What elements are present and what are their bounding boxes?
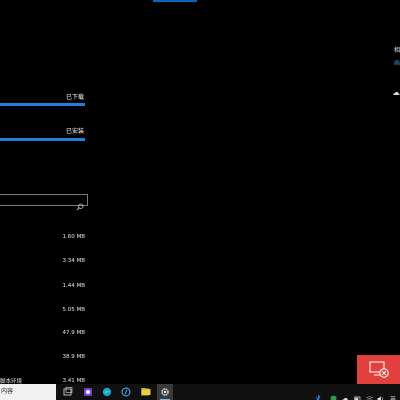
- cloud-icon: [393, 82, 400, 95]
- download-progress-bar: [0, 103, 85, 106]
- settings-window: 相 画 已下载 已安装 1.60 MB 3.34 MB 1.44 MB 5.05…: [0, 0, 400, 400]
- cloud-tray-icon[interactable]: [342, 388, 349, 400]
- right-panel-heading: 相: [394, 47, 400, 54]
- screen-disconnect-icon: [369, 361, 389, 378]
- app-size: 1.60 MB: [62, 234, 85, 240]
- notification-toast[interactable]: [357, 355, 400, 384]
- app-size: 3.34 MB: [62, 258, 85, 264]
- svg-text:英: 英: [390, 396, 396, 400]
- battery-icon[interactable]: [354, 388, 361, 400]
- search-input[interactable]: [0, 194, 88, 211]
- taskbar: 内容 英: [0, 384, 400, 400]
- title-accent-bar: [153, 0, 197, 2]
- volume-icon[interactable]: [377, 388, 384, 400]
- edge-icon[interactable]: [99, 384, 115, 400]
- download-progress-label: 已下载: [66, 94, 85, 101]
- task-view-icon[interactable]: [60, 384, 76, 400]
- download-progress-fill: [0, 103, 85, 106]
- app-size: 38.9 MB: [62, 354, 85, 360]
- app-size: 47.9 MB: [62, 330, 85, 336]
- right-panel-link[interactable]: 画: [394, 58, 400, 67]
- settings-icon[interactable]: [157, 384, 173, 400]
- install-progress-label: 已安装: [66, 128, 85, 135]
- store-icon[interactable]: [118, 384, 134, 400]
- search-icon: [76, 196, 84, 211]
- install-progress-fill: [0, 138, 85, 141]
- explorer-icon[interactable]: [138, 384, 154, 400]
- wifi-icon[interactable]: [366, 388, 373, 400]
- bluetooth-icon[interactable]: [315, 388, 322, 400]
- taskbar-search-box[interactable]: 内容: [0, 384, 56, 400]
- app-icon[interactable]: [80, 384, 96, 400]
- app-size: 5.05 MB: [62, 307, 85, 313]
- shield-icon[interactable]: [330, 388, 337, 400]
- language-icon[interactable]: 英: [390, 388, 397, 400]
- install-progress-bar: [0, 138, 85, 141]
- app-size: 1.44 MB: [62, 283, 85, 289]
